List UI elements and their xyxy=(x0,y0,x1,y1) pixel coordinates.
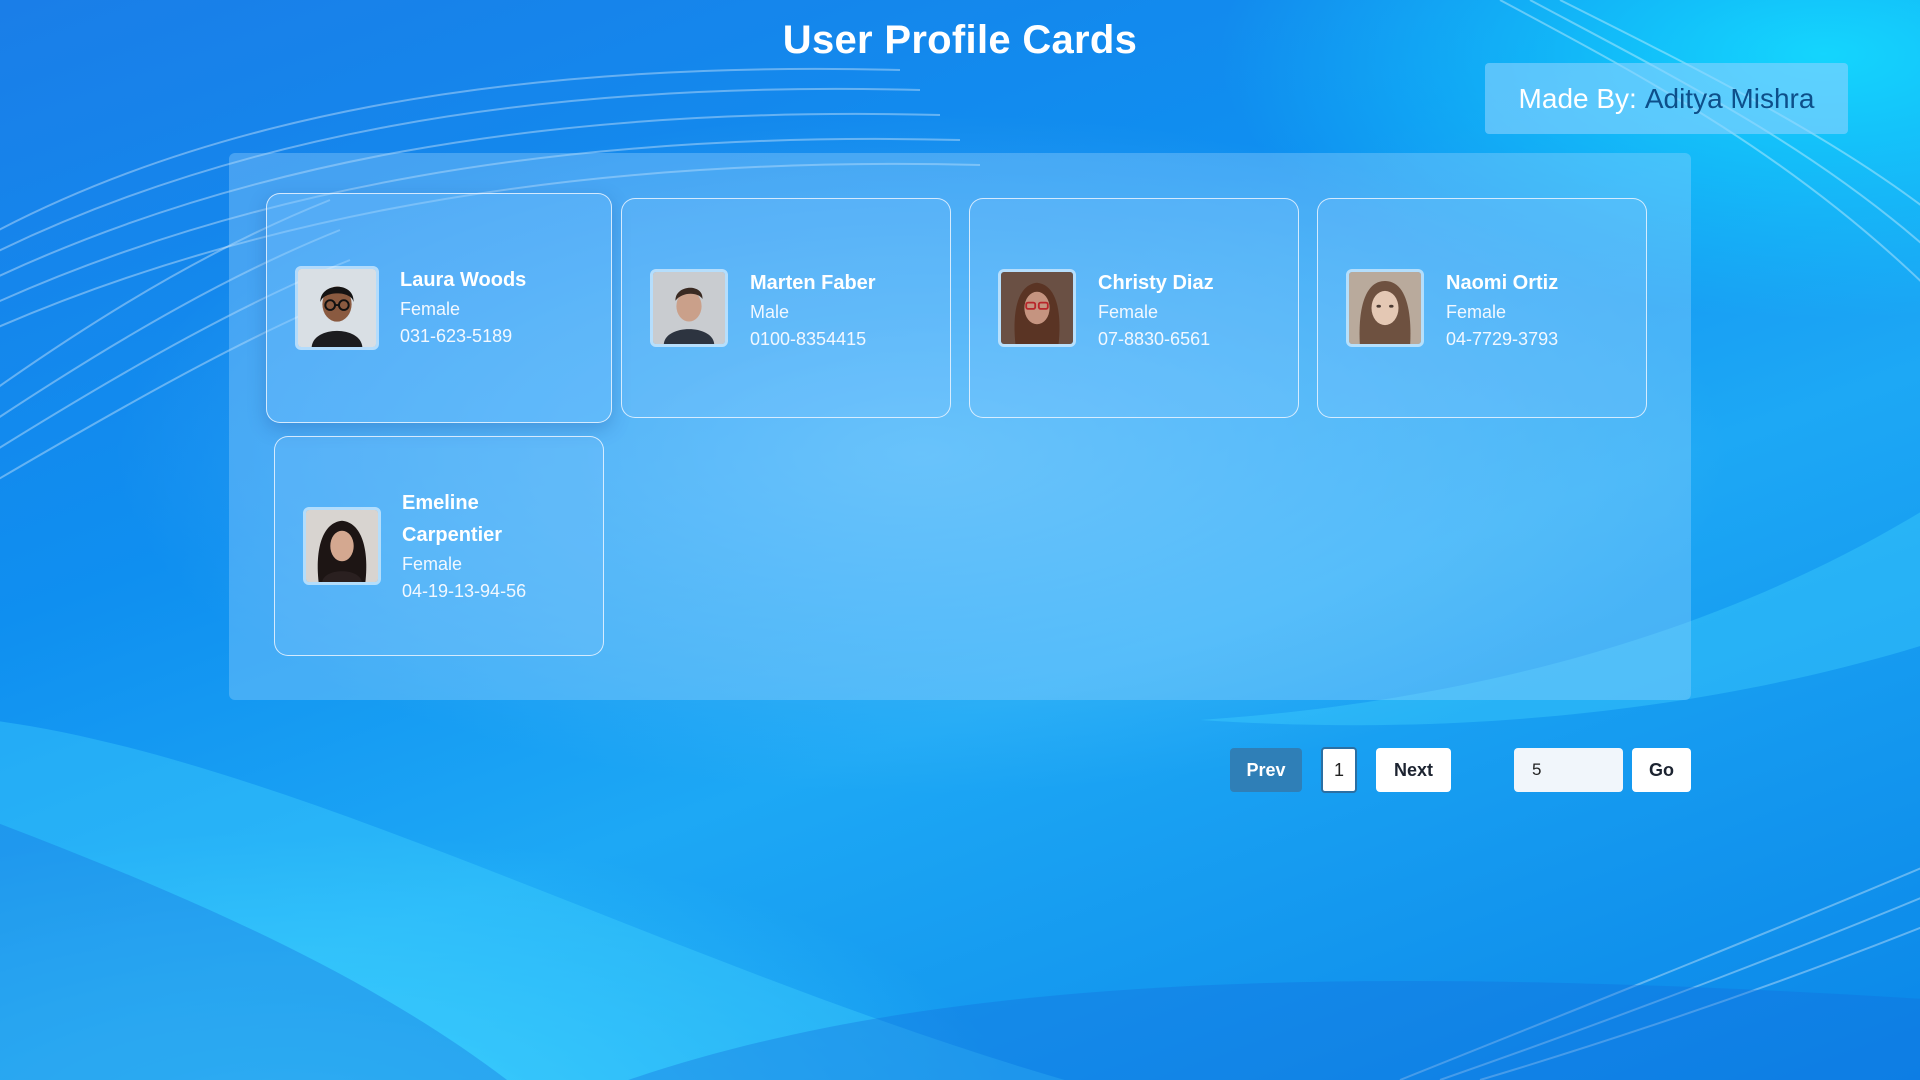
avatar-photo-woman xyxy=(1349,272,1421,344)
prev-button[interactable]: Prev xyxy=(1230,748,1302,792)
go-button[interactable]: Go xyxy=(1632,748,1691,792)
card-gender: Female xyxy=(400,299,461,319)
made-by-label: Made By: xyxy=(1518,82,1637,114)
made-by-badge: Made By: Aditya Mishra xyxy=(1485,63,1848,134)
profile-card-laura-woods[interactable]: Laura Woods Female 031-623-5189 xyxy=(266,193,612,423)
card-name: Marten Faber xyxy=(750,272,876,294)
next-button[interactable]: Next xyxy=(1376,748,1451,792)
avatar xyxy=(295,266,379,350)
avatar-photo-woman-red-glasses xyxy=(1001,272,1073,344)
card-phone: 0100-8354415 xyxy=(750,329,867,349)
card-phone: 031-623-5189 xyxy=(400,326,513,346)
card-phone: 04-7729-3793 xyxy=(1446,329,1559,349)
card-name-line2: Carpentier xyxy=(402,524,503,546)
card-name: Christy Diaz xyxy=(1098,272,1214,294)
card-gender: Male xyxy=(750,302,790,322)
card-name: Naomi Ortiz xyxy=(1446,272,1559,294)
profile-card-marten-faber[interactable]: Marten Faber Male 0100-8354415 xyxy=(621,198,951,418)
made-by-author: Aditya Mishra xyxy=(1644,82,1815,114)
profile-card-christy-diaz[interactable]: Christy Diaz Female 07-8830-6561 xyxy=(969,198,1299,418)
avatar-photo-woman-glasses xyxy=(298,269,376,347)
page-title: User Profile Cards xyxy=(782,18,1138,62)
page-number-button[interactable]: 1 xyxy=(1321,747,1357,793)
card-name-line1: Emeline xyxy=(402,492,479,514)
profile-card-emeline-carpentier[interactable]: Emeline Carpentier Female 04-19-13-94-56 xyxy=(274,436,604,656)
avatar xyxy=(303,507,381,585)
card-gender: Female xyxy=(402,554,463,574)
card-phone: 07-8830-6561 xyxy=(1098,329,1211,349)
avatar xyxy=(998,269,1076,347)
card-phone: 04-19-13-94-56 xyxy=(402,581,527,601)
card-gender: Female xyxy=(1446,302,1507,322)
profile-card-naomi-ortiz[interactable]: Naomi Ortiz Female 04-7729-3793 xyxy=(1317,198,1647,418)
card-gender: Female xyxy=(1098,302,1159,322)
avatar xyxy=(650,269,728,347)
go-to-page-input[interactable] xyxy=(1514,748,1623,792)
avatar-photo-woman-dark-hair xyxy=(306,510,378,582)
avatar-photo-man xyxy=(653,272,725,344)
avatar xyxy=(1346,269,1424,347)
card-name: Laura Woods xyxy=(400,269,527,291)
